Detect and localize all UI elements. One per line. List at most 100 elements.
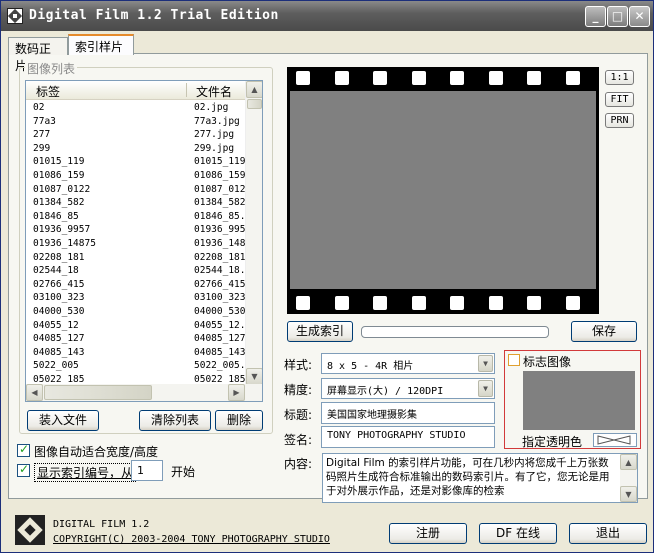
- list-item[interactable]: 01087_0122 01087_012: [26, 183, 246, 197]
- list-item-filename: 04085_143: [194, 346, 246, 358]
- minimize-button[interactable]: _: [585, 6, 606, 27]
- bowtie-icon: [597, 435, 631, 445]
- film-sprocket-hole: [411, 71, 426, 85]
- column-header-label[interactable]: 标签: [36, 83, 60, 100]
- style-select[interactable]: 8 x 5 - 4R 相片 ▼: [321, 353, 495, 374]
- list-item-filename: 01936_148: [194, 237, 246, 249]
- list-item[interactable]: 02766_415 02766_415: [26, 278, 246, 292]
- maximize-button[interactable]: □: [607, 6, 628, 27]
- content-scrollbar[interactable]: ▲ ▼: [620, 454, 637, 502]
- copyright-link[interactable]: COPYRIGHT(C) 2003-2004 TONY PHOTOGRAPHY …: [53, 534, 330, 545]
- list-header: 标签 文件名: [26, 81, 246, 100]
- transparent-color-picker[interactable]: [593, 433, 637, 447]
- list-item[interactable]: 01936_9957 01936_995: [26, 223, 246, 237]
- save-button[interactable]: 保存: [571, 321, 637, 342]
- zoom-print-button[interactable]: PRN: [605, 113, 634, 128]
- column-divider[interactable]: [186, 83, 187, 97]
- list-item-label: 04085_143: [33, 346, 85, 358]
- list-item-filename: 77a3.jpg: [194, 115, 240, 127]
- app-icon[interactable]: [7, 8, 23, 24]
- content-label: 内容:: [284, 457, 313, 471]
- list-item[interactable]: 01384_582 01384_582: [26, 196, 246, 210]
- list-item[interactable]: 5022_005 5022_005.: [26, 359, 246, 373]
- scroll-left-arrow[interactable]: ◀: [26, 384, 43, 401]
- transparent-color-label: 指定透明色: [522, 435, 583, 449]
- title-input[interactable]: 美国国家地理摄影集: [321, 402, 495, 424]
- film-sprocket-hole: [527, 71, 541, 85]
- list-item-label: 03100_323: [33, 292, 85, 304]
- list-item-label: 02: [33, 102, 45, 113]
- list-item[interactable]: 03100_323 03100_323: [26, 291, 246, 305]
- signature-label: 签名:: [284, 433, 313, 447]
- film-sprocket-hole: [527, 296, 541, 310]
- horizontal-scroll-thumb[interactable]: [44, 385, 152, 400]
- progress-bar: [361, 326, 549, 338]
- scroll-right-arrow[interactable]: ▶: [228, 384, 245, 401]
- register-button[interactable]: 注册: [389, 523, 467, 544]
- list-item[interactable]: 01846_85 01846_85.: [26, 210, 246, 224]
- chevron-down-icon[interactable]: ▼: [478, 355, 493, 372]
- film-sprocket-hole: [450, 71, 464, 85]
- scroll-down-arrow[interactable]: ▼: [246, 368, 262, 385]
- list-item-filename: 02.jpg: [194, 102, 229, 113]
- list-item[interactable]: 04000_530 04000_530: [26, 305, 246, 319]
- list-item-filename: 02544_18.: [194, 265, 246, 277]
- content-textarea[interactable]: Digital Film 的索引样片功能，可在几秒内将您成千上万张数码照片生成符…: [322, 453, 638, 503]
- list-item[interactable]: 02544_18 02544_18.: [26, 264, 246, 278]
- list-item[interactable]: 01086_159 01086_159: [26, 169, 246, 183]
- list-item[interactable]: 04085_127 04085_127: [26, 332, 246, 346]
- app-name: DIGITAL FILM 1.2: [53, 519, 150, 530]
- scroll-up-arrow[interactable]: ▲: [246, 81, 262, 98]
- list-vertical-scrollbar[interactable]: ▲ ▼: [245, 81, 262, 385]
- chevron-down-icon[interactable]: ▼: [478, 380, 493, 397]
- list-item-filename: 03100_323: [194, 292, 246, 304]
- auto-fit-checkbox[interactable]: [17, 442, 30, 457]
- list-horizontal-scrollbar[interactable]: ◀ ▶: [26, 384, 262, 401]
- list-item[interactable]: 01015_119 01015_119: [26, 155, 246, 169]
- list-rows: 02 02.jpg 77a3 77a3.jpg 277 277.jpg 299 299.jpg…: [26, 101, 246, 400]
- start-number-input[interactable]: 1: [131, 460, 163, 481]
- scroll-down-arrow[interactable]: ▼: [620, 486, 637, 502]
- delete-button[interactable]: 删除: [215, 410, 263, 431]
- scroll-up-arrow[interactable]: ▲: [620, 454, 637, 470]
- list-item-filename: 01015_119: [194, 156, 246, 168]
- list-item[interactable]: 02 02.jpg: [26, 101, 246, 115]
- title-bar[interactable]: Digital Film 1.2 Trial Edition _ □ ✕: [1, 1, 653, 31]
- logo-image-checkbox[interactable]: [508, 354, 520, 366]
- start-suffix-label: 开始: [171, 465, 196, 479]
- zoom-1-1-button[interactable]: 1:1: [605, 70, 634, 85]
- close-button[interactable]: ✕: [629, 6, 650, 27]
- scroll-thumb[interactable]: [247, 99, 262, 109]
- list-item-label: 04000_530: [33, 305, 85, 317]
- list-item[interactable]: 04085_143 04085_143: [26, 346, 246, 360]
- column-header-filename[interactable]: 文件名: [196, 83, 232, 100]
- list-item-filename: 01936_995: [194, 224, 246, 236]
- film-strip-preview: [287, 67, 599, 314]
- list-item-filename: 02208_181: [194, 251, 246, 263]
- list-item[interactable]: 01936_14875 01936_148: [26, 237, 246, 251]
- tab-digital-positive[interactable]: 数码正片: [8, 37, 68, 73]
- list-item[interactable]: 77a3 77a3.jpg: [26, 115, 246, 129]
- logo-image-preview[interactable]: [523, 371, 635, 430]
- zoom-fit-button[interactable]: FIT: [605, 92, 634, 107]
- list-item-filename: 277.jpg: [194, 129, 235, 141]
- load-files-button[interactable]: 装入文件: [27, 410, 99, 431]
- tab-index-sheet[interactable]: 索引样片: [68, 34, 134, 55]
- list-item-label: 5022_005: [33, 360, 79, 372]
- image-list[interactable]: 标签 文件名 02 02.jpg 77a3 77a3.jpg 277 277.jpg 299…: [25, 80, 263, 402]
- online-button[interactable]: DF 在线: [479, 523, 557, 544]
- preview-frame: [290, 91, 596, 289]
- list-item[interactable]: 277 277.jpg: [26, 128, 246, 142]
- list-item[interactable]: 299 299.jpg: [26, 142, 246, 156]
- show-index-checkbox[interactable]: [17, 462, 30, 477]
- list-item[interactable]: 04055_12 04055_12.: [26, 319, 246, 333]
- signature-input[interactable]: TONY PHOTOGRAPHY STUDIO: [321, 426, 495, 448]
- generate-index-button[interactable]: 生成索引: [287, 321, 353, 342]
- list-item[interactable]: 02208_181 02208_181: [26, 251, 246, 265]
- list-item-label: 04055_12: [33, 319, 79, 331]
- exit-button[interactable]: 退出: [569, 523, 647, 544]
- film-sprocket-hole: [334, 296, 349, 310]
- list-item-label: 277: [33, 129, 51, 141]
- clear-list-button[interactable]: 清除列表: [139, 410, 211, 431]
- precision-select[interactable]: 屏幕显示(大) / 120DPI ▼: [321, 378, 495, 399]
